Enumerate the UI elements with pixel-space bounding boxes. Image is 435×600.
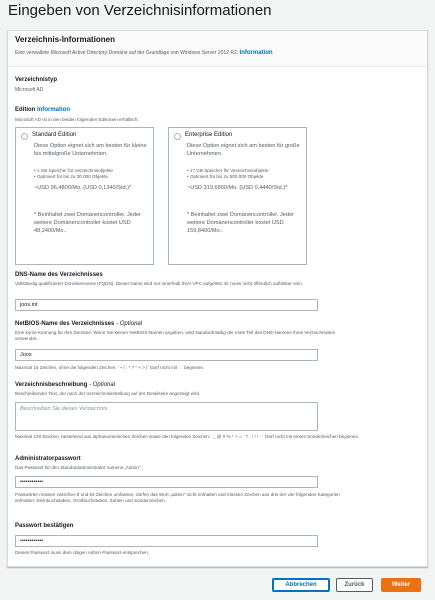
- edition-features: 1 GB Speicher für Verzeichnisobjekte Opt…: [34, 168, 152, 181]
- dns-name-help: Vollständig qualifizierter Domänenname (…: [15, 281, 303, 286]
- netbios-name-label: NetBIOS-Name des Verzeichnisses - Option…: [15, 321, 142, 327]
- edition-label: Edition Information: [15, 107, 70, 113]
- confirm-password-label: Passwort bestätigen: [15, 523, 74, 529]
- edition-price: ~USD 319,6800/Mo. (USD 0,4440/Std.)*: [187, 185, 288, 191]
- edition-description: Microsoft AD ist in den beiden folgenden…: [15, 117, 139, 122]
- edition-note: * Beinhaltet zwei Domänencontroller. Jed…: [187, 212, 294, 234]
- edition-option-standard[interactable]: Standard Edition Diese Option eignet sic…: [15, 127, 154, 265]
- edition-option-description: Diese Option eignet sich am besten für k…: [34, 143, 147, 157]
- directory-type-value: Microsoft AD: [15, 87, 44, 93]
- directory-description-input[interactable]: [15, 402, 318, 431]
- edition-name: Enterprise Edition: [185, 132, 233, 138]
- edition-price: ~USD 96,4800/Mo. (USD 0,1340/Std.)*: [34, 185, 132, 191]
- edition-features: 17 GB Speicher für Verzeichnisobjekte Op…: [187, 168, 305, 181]
- edition-option-enterprise[interactable]: Enterprise Edition Diese Option eignet s…: [168, 127, 307, 265]
- directory-description-help: Beschreibender Text, der nach der Verzei…: [15, 391, 201, 396]
- directory-description-label: Verzeichnisbeschreibung - Optional: [15, 382, 115, 388]
- dns-name-input[interactable]: [15, 299, 318, 311]
- netbios-label-text: NetBIOS-Name des Verzeichnisses: [15, 321, 115, 327]
- directory-info-panel: Verzeichnis-Informationen Eine verwaltet…: [7, 30, 428, 567]
- dns-name-label: DNS-Name des Verzeichnisses: [15, 272, 103, 278]
- admin-password-constraint: Passwörter müssen zwischen 8 und 64 Zeic…: [15, 492, 340, 503]
- netbios-name-constraint: Maximal 15 Zeichen, ohne die folgenden Z…: [15, 365, 205, 370]
- edition-info-link[interactable]: Information: [37, 107, 70, 113]
- netbios-optional-tag: - Optional: [116, 321, 143, 327]
- back-button[interactable]: Zurück: [336, 578, 373, 592]
- cancel-button[interactable]: Abbrechen: [272, 578, 330, 592]
- edition-name: Standard Edition: [32, 132, 77, 138]
- directory-description-constraint: Maximal 128 Zeichen, bestehend aus alpha…: [15, 434, 360, 439]
- description-optional-tag: - Optional: [89, 382, 116, 388]
- directory-type-label: Verzeichnistyp: [15, 77, 58, 83]
- edition-feature: Optimiert für bis zu 30.000 Objekte: [34, 174, 152, 180]
- admin-password-label: Administratorpasswort: [15, 456, 81, 462]
- panel-info-link[interactable]: Information: [240, 50, 273, 56]
- panel-description-text: Eine verwaltete Microsoft Active Directo…: [15, 50, 239, 56]
- edition-feature: Optimiert für bis zu 500.000 Objekte: [187, 174, 305, 180]
- admin-password-input[interactable]: [15, 476, 318, 488]
- panel-description: Eine verwaltete Microsoft Active Directo…: [15, 50, 273, 56]
- confirm-password-constraint: Dieses Passwort muss dem obigen Admin-Pa…: [15, 550, 150, 555]
- page-title: Eingeben von Verzeichnisinformationen: [8, 2, 272, 19]
- enterprise-edition-radio[interactable]: [174, 133, 181, 140]
- panel-title: Verzeichnis-Informationen: [15, 35, 116, 44]
- edition-label-text: Edition: [15, 107, 36, 113]
- standard-edition-radio[interactable]: [21, 133, 28, 140]
- edition-note: * Beinhaltet zwei Domänencontroller. Jed…: [34, 212, 141, 234]
- description-label-text: Verzeichnisbeschreibung: [15, 382, 88, 388]
- next-button[interactable]: Weiter: [381, 578, 421, 592]
- admin-password-help: Das Passwort für den Standardadministrat…: [15, 465, 142, 470]
- confirm-password-input[interactable]: [15, 535, 318, 547]
- netbios-name-input[interactable]: [15, 349, 318, 361]
- edition-option-description: Diese Option eignet sich am besten für g…: [187, 143, 300, 157]
- netbios-name-help: Eine kurze Kennung für Ihre Domäne. Wenn…: [15, 330, 336, 341]
- panel-header: Verzeichnis-Informationen Eine verwaltet…: [8, 31, 427, 67]
